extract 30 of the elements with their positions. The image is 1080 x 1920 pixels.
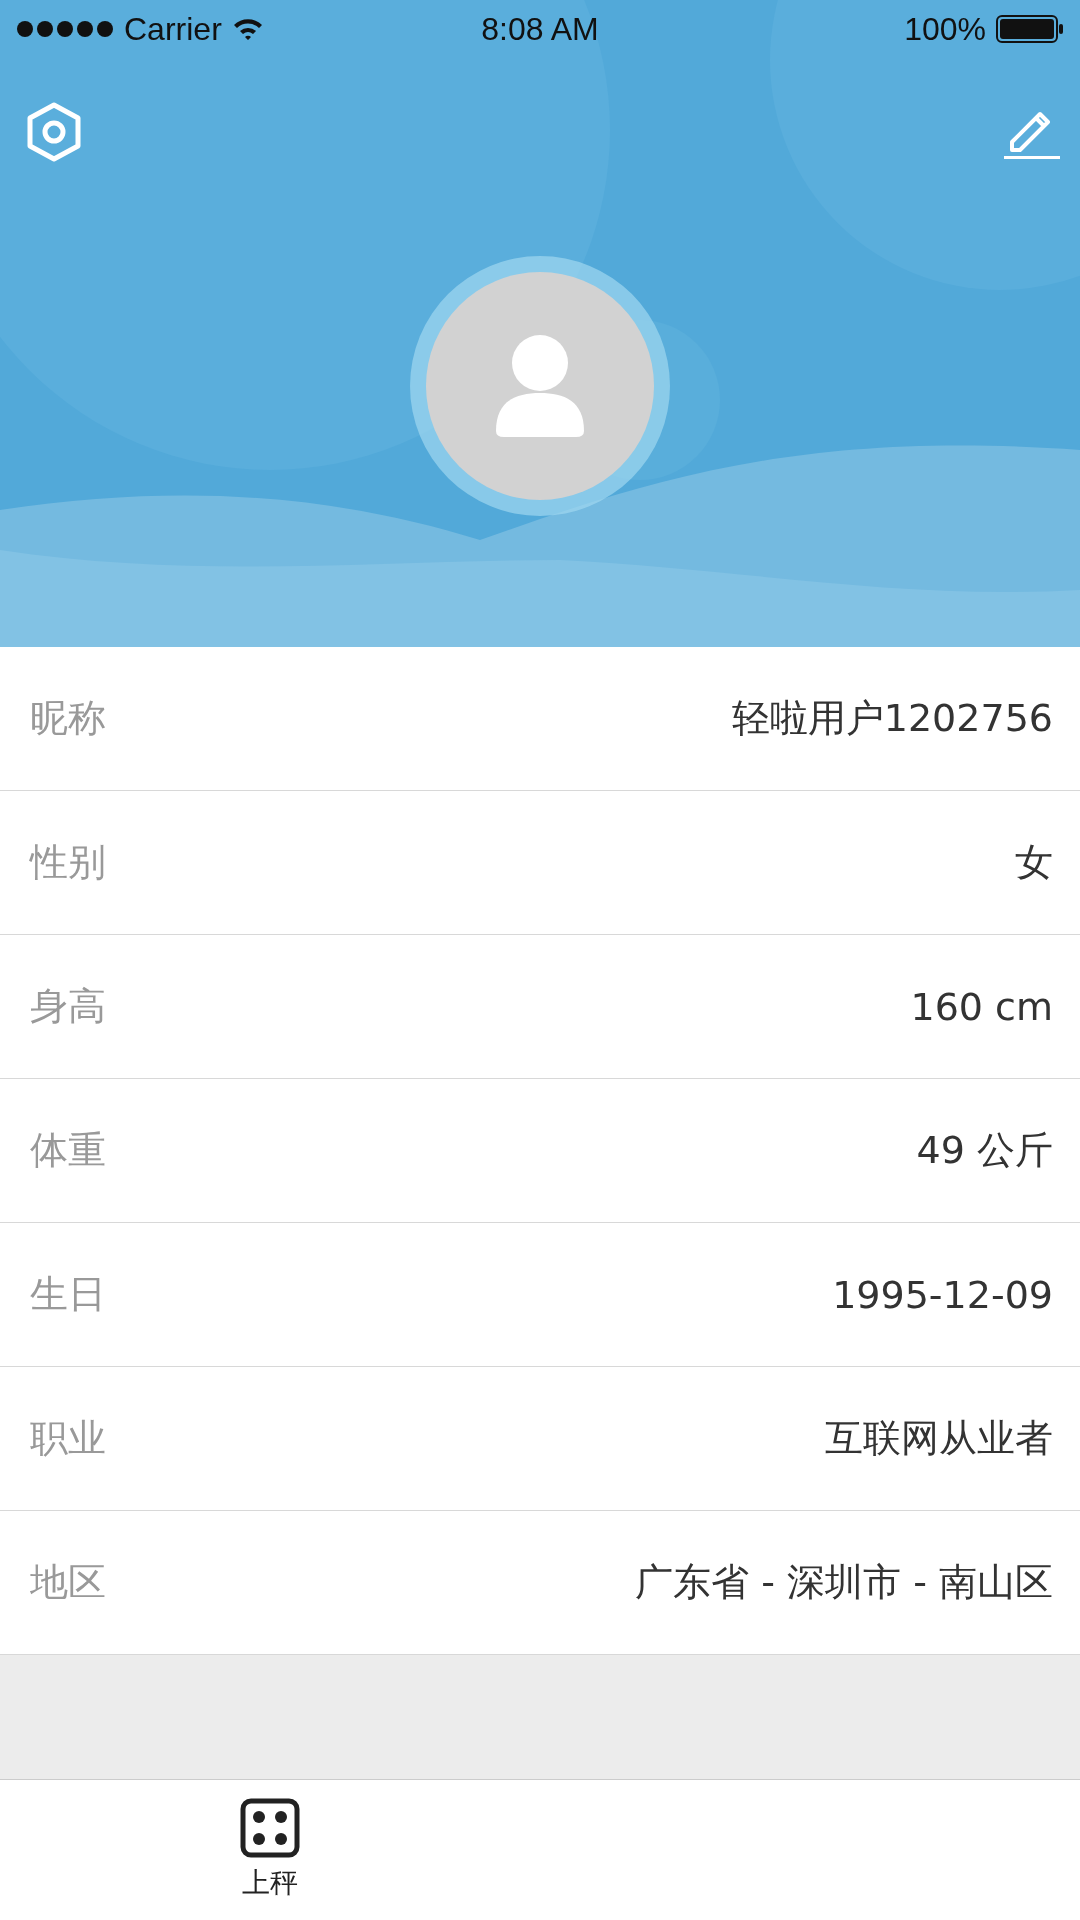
battery-percent: 100% xyxy=(904,10,986,48)
profile-row[interactable]: 昵称 轻啦用户1202756 xyxy=(0,647,1080,791)
field-value: 女 xyxy=(1015,839,1053,886)
profile-row[interactable]: 性别 女 xyxy=(0,791,1080,935)
field-label: 地区 xyxy=(30,1559,106,1606)
field-label: 身高 xyxy=(30,983,106,1030)
field-label: 职业 xyxy=(30,1415,106,1462)
status-time: 8:08 AM xyxy=(481,10,599,48)
scale-tab[interactable]: 上秤 xyxy=(0,1780,540,1920)
field-value: 49 公斤 xyxy=(916,1127,1053,1174)
user-icon xyxy=(496,335,584,437)
dice-icon xyxy=(240,1798,300,1858)
field-label: 体重 xyxy=(30,1127,106,1174)
field-value: 广东省 - 深圳市 - 南山区 xyxy=(635,1559,1053,1606)
profile-row[interactable]: 地区 广东省 - 深圳市 - 南山区 xyxy=(0,1511,1080,1655)
profile-row[interactable]: 生日 1995-12-09 xyxy=(0,1223,1080,1367)
profile-row[interactable]: 职业 互联网从业者 xyxy=(0,1367,1080,1511)
profile-row[interactable]: 身高 160 cm xyxy=(0,935,1080,1079)
settings-icon[interactable] xyxy=(26,102,82,162)
battery-icon xyxy=(996,15,1064,43)
field-value: 1995-12-09 xyxy=(832,1272,1053,1317)
field-value: 160 cm xyxy=(910,984,1053,1029)
field-label: 性别 xyxy=(30,839,106,886)
signal-icon xyxy=(16,20,114,38)
carrier-name: Carrier xyxy=(124,10,222,48)
field-value: 互联网从业者 xyxy=(825,1415,1053,1462)
field-label: 生日 xyxy=(30,1271,106,1318)
profile-row[interactable]: 体重 49 公斤 xyxy=(0,1079,1080,1223)
field-value: 轻啦用户1202756 xyxy=(731,695,1053,742)
field-label: 昵称 xyxy=(30,695,106,742)
